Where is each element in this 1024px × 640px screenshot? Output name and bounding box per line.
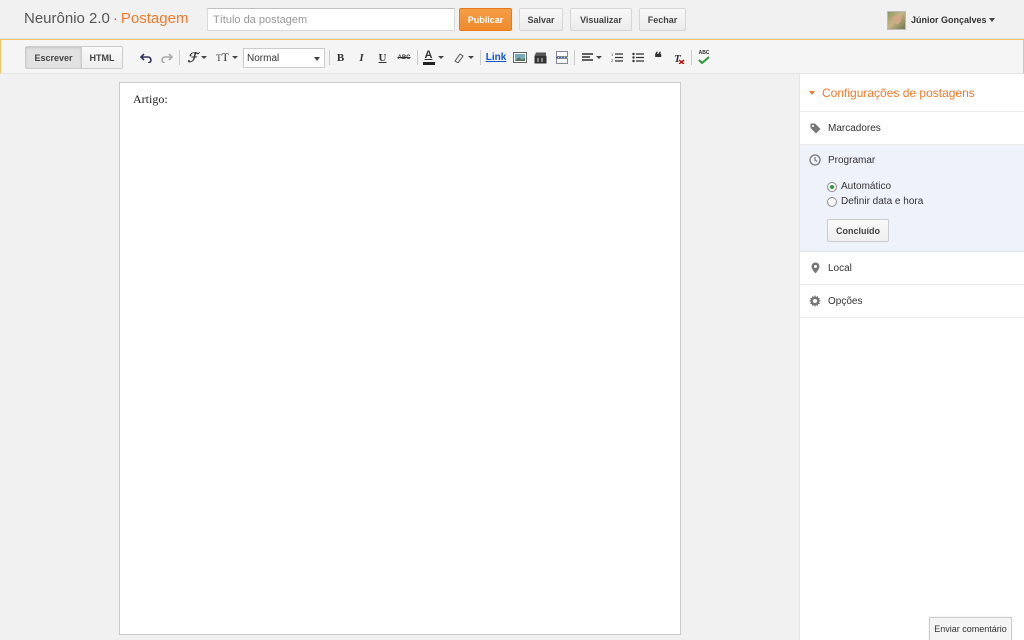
radio-selected[interactable] (827, 181, 837, 192)
gear-icon (809, 295, 821, 307)
triangle-down-icon (809, 90, 815, 95)
clock-icon (809, 154, 821, 166)
page-label: Postagem (120, 10, 189, 27)
schedule-option-label: Automático (841, 181, 892, 192)
editor-toolbar: Escrever HTML ℱ TT Normal B I U ABC A Li… (0, 39, 1024, 74)
post-settings-sidebar: Configurações de postagens Marcadores Pr… (799, 74, 1024, 640)
insert-video-icon[interactable] (533, 49, 548, 66)
user-menu[interactable]: Júnior Gonçalves (887, 10, 995, 30)
toolbar-divider (417, 50, 418, 65)
bullet-list-icon[interactable] (630, 49, 645, 66)
toolbar-divider (574, 50, 575, 65)
title-separator: · (112, 10, 118, 27)
post-body-editor[interactable]: Artigo: (119, 82, 681, 635)
post-settings-title: Configurações de postagens (822, 85, 975, 100)
underline-button[interactable]: U (376, 49, 389, 66)
quote-icon[interactable]: ❝ (651, 49, 665, 66)
schedule-title: Programar (828, 154, 876, 166)
text-color-label: A (424, 49, 433, 61)
preview-button[interactable]: Visualizar (570, 8, 632, 31)
close-button[interactable]: Fechar (639, 8, 686, 31)
sidebar-item-labels[interactable]: Marcadores (800, 112, 1024, 145)
schedule-panel: Programar Automático Definir data e hora… (800, 145, 1024, 252)
toolbar-divider (480, 50, 481, 65)
sidebar-item-label: Local (828, 262, 852, 274)
format-select-value: Normal (247, 52, 280, 64)
tag-icon (809, 122, 821, 134)
sidebar-item-location[interactable]: Local (800, 252, 1024, 285)
sidebar-item-schedule[interactable]: Programar (809, 154, 875, 166)
post-title-input[interactable] (207, 8, 455, 31)
toolbar-divider (179, 50, 180, 65)
insert-image-icon[interactable] (512, 49, 527, 66)
format-select[interactable]: Normal (243, 48, 325, 68)
sidebar-item-options[interactable]: Opções (800, 285, 1024, 318)
post-settings-heading[interactable]: Configurações de postagens (800, 74, 1024, 112)
font-family-icon[interactable]: ℱ (185, 49, 209, 66)
schedule-option-label: Definir data e hora (841, 196, 924, 207)
numbered-list-icon[interactable]: 12 (609, 49, 624, 66)
done-button[interactable]: Concluído (827, 219, 889, 242)
svg-text:2: 2 (611, 58, 614, 63)
editor-area: Artigo: (0, 74, 800, 640)
blog-title[interactable]: Neurônio 2.0 · Postagem (24, 10, 188, 27)
user-name: Júnior Gonçalves (911, 15, 987, 25)
write-mode-button[interactable]: Escrever (25, 46, 82, 69)
chevron-down-icon (988, 18, 995, 22)
align-left-icon[interactable] (580, 49, 604, 66)
highlight-color-icon[interactable] (451, 49, 475, 66)
redo-icon[interactable] (160, 49, 174, 66)
svg-text:1: 1 (611, 52, 614, 57)
sidebar-item-label: Opções (828, 295, 863, 307)
insert-jump-break-icon[interactable] (554, 49, 569, 66)
spell-check-icon[interactable]: ABC (696, 49, 712, 66)
post-body-text: Artigo: (133, 92, 168, 106)
link-button[interactable]: Link (485, 49, 507, 66)
chevron-down-icon (314, 57, 320, 61)
toolbar-divider (329, 50, 330, 65)
strikethrough-button[interactable]: ABC (396, 49, 412, 66)
text-color-button[interactable]: A (421, 49, 445, 66)
clear-formatting-icon[interactable]: T (672, 49, 686, 66)
schedule-option-automatic[interactable]: Automático (827, 181, 891, 192)
blog-name: Neurônio 2.0 (24, 10, 110, 27)
send-feedback-button[interactable]: Enviar comentário (929, 617, 1012, 640)
save-button[interactable]: Salvar (519, 8, 563, 31)
font-size-icon[interactable]: TT (214, 49, 240, 66)
bold-button[interactable]: B (334, 49, 347, 66)
top-header: Neurônio 2.0·Postagem Publicar Salvar Vi… (0, 0, 1024, 39)
avatar (887, 10, 906, 30)
toolbar-divider (691, 50, 692, 65)
sidebar-item-label: Marcadores (828, 122, 881, 134)
map-pin-icon (809, 262, 821, 274)
html-mode-button[interactable]: HTML (81, 46, 123, 69)
radio-unselected[interactable] (827, 196, 837, 207)
italic-button[interactable]: I (355, 49, 368, 66)
undo-icon[interactable] (139, 49, 153, 66)
publish-button[interactable]: Publicar (459, 8, 512, 31)
schedule-option-set-date[interactable]: Definir data e hora (827, 196, 923, 207)
